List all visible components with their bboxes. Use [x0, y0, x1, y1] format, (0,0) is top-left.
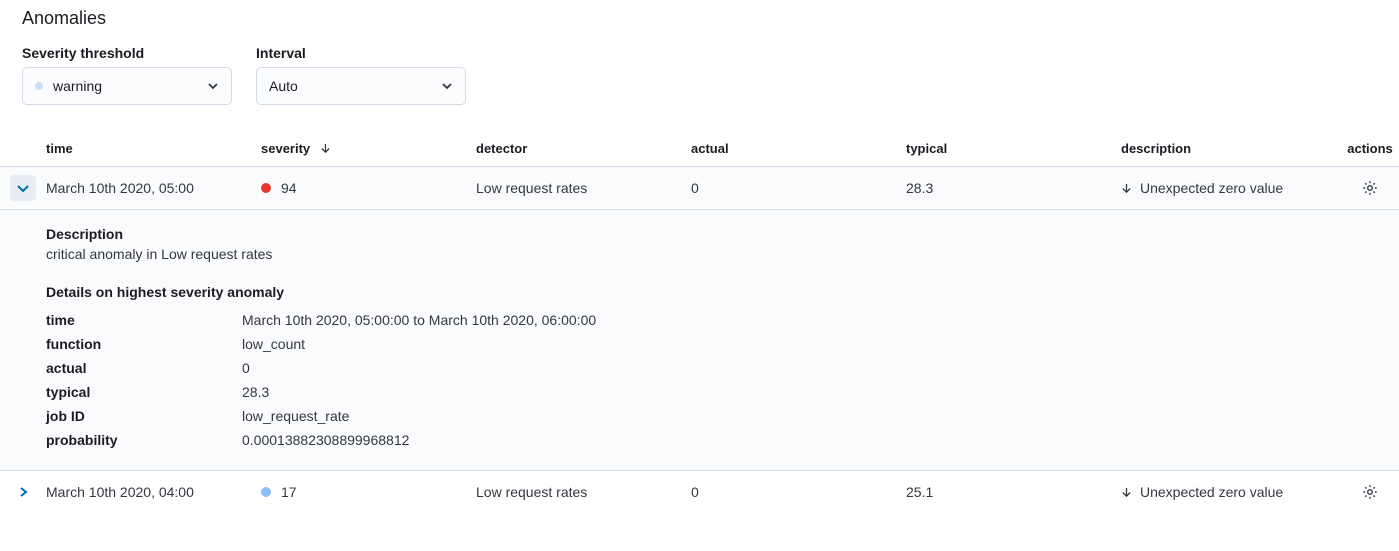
sort-descending-icon: [320, 143, 331, 154]
column-header-description[interactable]: description: [1121, 141, 1341, 156]
cell-time: March 10th 2020, 04:00: [46, 484, 261, 500]
details-field-row: probability0.00013882308899968812: [46, 428, 1377, 452]
cell-description: Unexpected zero value: [1121, 484, 1341, 500]
column-header-severity[interactable]: severity: [261, 141, 476, 156]
gear-icon: [1362, 484, 1378, 500]
chevron-down-icon: [207, 80, 219, 92]
details-highest-heading: Details on highest severity anomaly: [46, 284, 1377, 300]
severity-threshold-select[interactable]: warning: [22, 67, 232, 105]
interval-group: Interval Auto: [256, 45, 466, 105]
cell-severity-value: 17: [281, 484, 297, 500]
chevron-down-icon: [16, 181, 30, 195]
table-row: March 10th 2020, 04:00 17 Low request ra…: [0, 471, 1399, 513]
page-title: Anomalies: [0, 8, 1399, 29]
arrow-down-icon: [1121, 487, 1132, 498]
severity-threshold-group: Severity threshold warning: [22, 45, 232, 105]
cell-detector: Low request rates: [476, 484, 691, 500]
details-field-row: job IDlow_request_rate: [46, 404, 1377, 428]
cell-severity: 17: [261, 484, 476, 500]
column-header-actions: actions: [1341, 141, 1399, 156]
details-field-key: actual: [46, 360, 242, 376]
row-details-panel: Description critical anomaly in Low requ…: [0, 210, 1399, 471]
severity-dot-icon: [35, 82, 43, 90]
details-field-key: probability: [46, 432, 242, 448]
details-field-value: 0: [242, 360, 250, 376]
details-field-row: timeMarch 10th 2020, 05:00:00 to March 1…: [46, 308, 1377, 332]
cell-time: March 10th 2020, 05:00: [46, 180, 261, 196]
column-header-severity-label: severity: [261, 141, 310, 156]
cell-severity: 94: [261, 180, 476, 196]
details-field-value: low_request_rate: [242, 408, 349, 424]
cell-description-text: Unexpected zero value: [1140, 180, 1283, 196]
details-field-value: 28.3: [242, 384, 269, 400]
table-row: March 10th 2020, 05:00 94 Low request ra…: [0, 167, 1399, 210]
interval-label: Interval: [256, 45, 466, 61]
expand-toggle-button[interactable]: [10, 175, 36, 201]
details-field-row: typical28.3: [46, 380, 1377, 404]
cell-detector: Low request rates: [476, 180, 691, 196]
details-field-key: function: [46, 336, 242, 352]
details-field-value: 0.00013882308899968812: [242, 432, 409, 448]
cell-description: Unexpected zero value: [1121, 180, 1341, 196]
cell-severity-value: 94: [281, 180, 297, 196]
filter-bar: Severity threshold warning Interval Auto: [0, 45, 1399, 105]
details-field-key: typical: [46, 384, 242, 400]
severity-warning-icon: [261, 487, 271, 497]
severity-threshold-value: warning: [53, 78, 102, 94]
interval-value: Auto: [269, 78, 298, 94]
column-header-actual[interactable]: actual: [691, 141, 906, 156]
details-field-key: job ID: [46, 408, 242, 424]
cell-typical: 25.1: [906, 484, 1121, 500]
cell-actual: 0: [691, 484, 906, 500]
arrow-down-icon: [1121, 183, 1132, 194]
details-field-value: low_count: [242, 336, 305, 352]
expand-toggle-button[interactable]: [10, 479, 36, 505]
row-actions-button[interactable]: [1357, 479, 1383, 505]
severity-threshold-label: Severity threshold: [22, 45, 232, 61]
details-field-key: time: [46, 312, 242, 328]
chevron-right-icon: [17, 486, 29, 498]
cell-description-text: Unexpected zero value: [1140, 484, 1283, 500]
interval-select[interactable]: Auto: [256, 67, 466, 105]
details-field-value: March 10th 2020, 05:00:00 to March 10th …: [242, 312, 596, 328]
table-header-row: time severity detector actual typical de…: [0, 133, 1399, 167]
column-header-detector[interactable]: detector: [476, 141, 691, 156]
details-description-text: critical anomaly in Low request rates: [46, 246, 1377, 262]
cell-actual: 0: [691, 180, 906, 196]
details-description-heading: Description: [46, 226, 1377, 242]
details-field-row: actual0: [46, 356, 1377, 380]
severity-critical-icon: [261, 183, 271, 193]
row-actions-button[interactable]: [1357, 175, 1383, 201]
column-header-typical[interactable]: typical: [906, 141, 1121, 156]
column-header-time[interactable]: time: [46, 141, 261, 156]
details-field-row: functionlow_count: [46, 332, 1377, 356]
cell-typical: 28.3: [906, 180, 1121, 196]
chevron-down-icon: [441, 80, 453, 92]
gear-icon: [1362, 180, 1378, 196]
